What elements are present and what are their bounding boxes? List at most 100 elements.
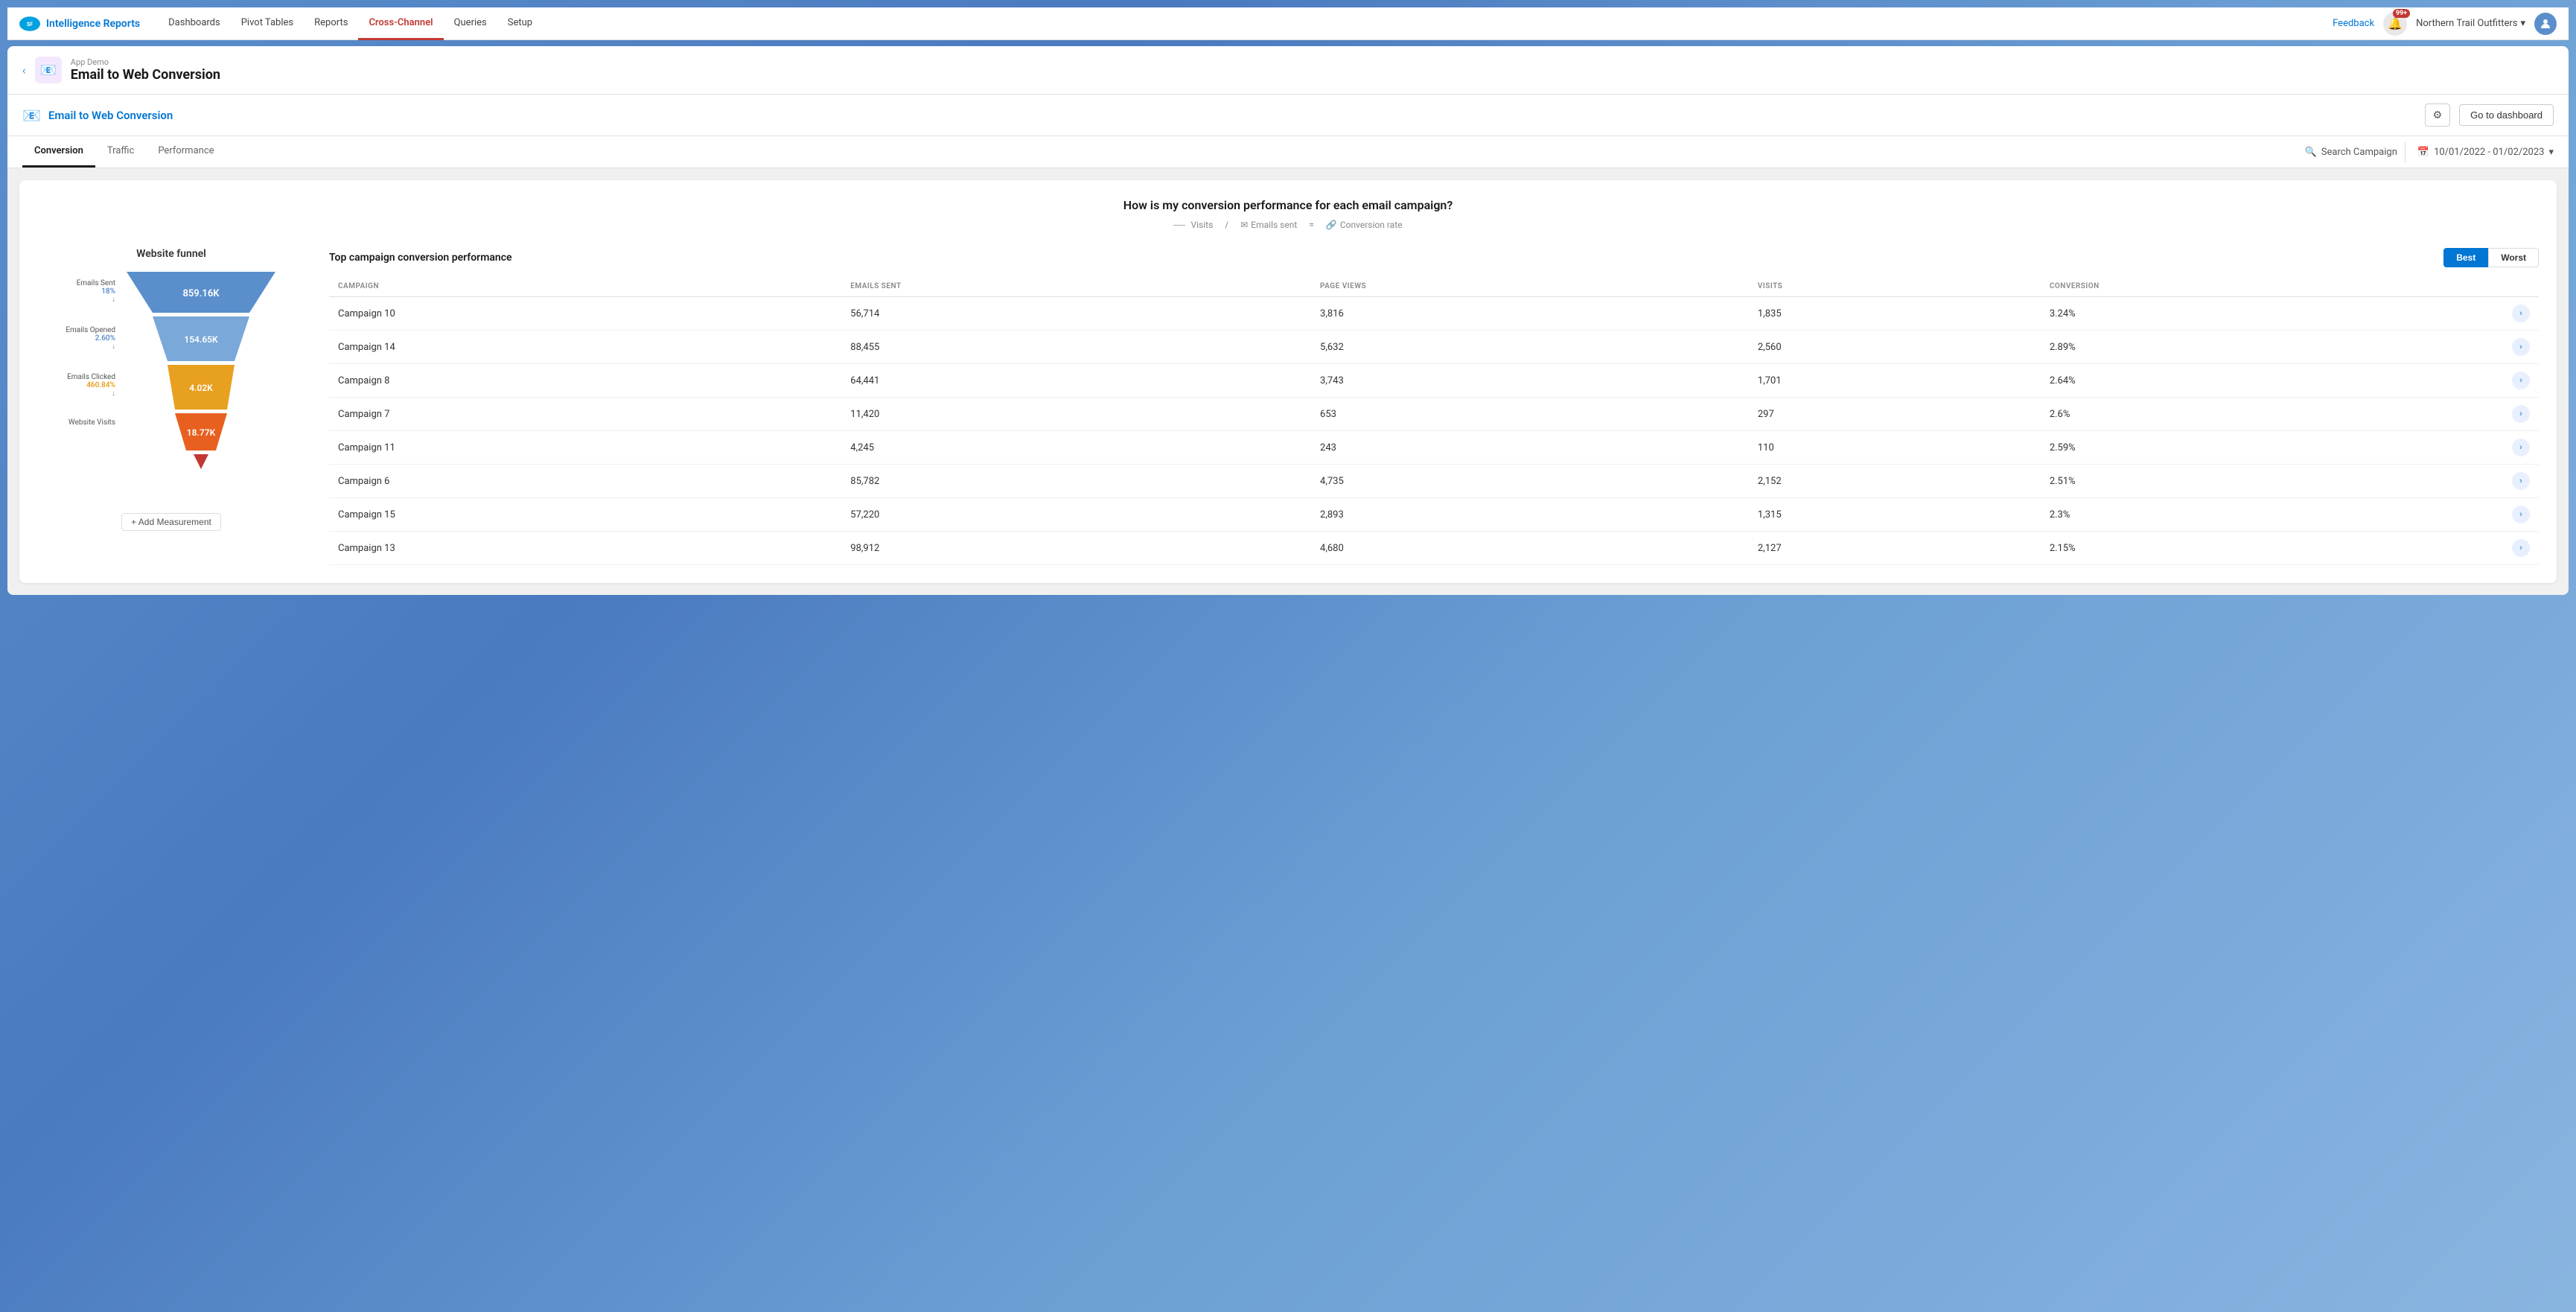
legend-visits: Visits xyxy=(1173,220,1213,230)
app-name: Intelligence Reports xyxy=(46,18,140,30)
gear-button[interactable]: ⚙ xyxy=(2425,104,2451,127)
cell-chevron-5: › xyxy=(2503,465,2539,498)
table-header-row: Top campaign conversion performance Best… xyxy=(329,248,2539,267)
search-icon: 🔍 xyxy=(2305,147,2317,158)
add-measurement-button[interactable]: + Add Measurement xyxy=(121,513,221,531)
worst-toggle-button[interactable]: Worst xyxy=(2488,248,2539,267)
cell-emails-sent-6: 57,220 xyxy=(841,498,1311,532)
envelope-icon: ✉ xyxy=(1240,220,1248,230)
cell-campaign-2: Campaign 8 xyxy=(329,364,841,398)
nav-dashboards[interactable]: Dashboards xyxy=(158,7,231,40)
feedback-link[interactable]: Feedback xyxy=(2333,18,2374,29)
legend-visits-label: Visits xyxy=(1190,220,1213,230)
tab-traffic[interactable]: Traffic xyxy=(95,136,146,168)
page-header: ‹ 📧 App Demo Email to Web Conversion xyxy=(7,46,2569,95)
org-selector[interactable]: Northern Trail Outfitters ▾ xyxy=(2416,18,2525,29)
cell-campaign-1: Campaign 14 xyxy=(329,331,841,364)
legend-emails-sent: ✉ Emails sent xyxy=(1240,220,1297,230)
cell-visits-4: 110 xyxy=(1749,431,2041,465)
tab-conversion[interactable]: Conversion xyxy=(22,136,95,168)
cell-visits-0: 1,835 xyxy=(1749,297,2041,331)
cell-campaign-3: Campaign 7 xyxy=(329,398,841,431)
date-range-picker[interactable]: 📅 10/01/2022 - 01/02/2023 ▾ xyxy=(2417,147,2554,158)
user-avatar[interactable] xyxy=(2534,13,2557,35)
cell-visits-7: 2,127 xyxy=(1749,532,2041,565)
search-campaign[interactable]: 🔍 Search Campaign xyxy=(2298,142,2406,162)
table-row: Campaign 8 64,441 3,743 1,701 2.64% › xyxy=(329,364,2539,398)
legend-separator2: = xyxy=(1309,220,1314,230)
cell-chevron-4: › xyxy=(2503,431,2539,465)
cell-chevron-6: › xyxy=(2503,498,2539,532)
col-action xyxy=(2503,276,2539,297)
svg-text:154.65K: 154.65K xyxy=(184,334,218,345)
cell-conversion-3: 2.6% xyxy=(2041,398,2503,431)
notification-badge[interactable]: 🔔 99+ xyxy=(2383,12,2407,36)
table-row: Campaign 14 88,455 5,632 2,560 2.89% › xyxy=(329,331,2539,364)
cell-emails-sent-0: 56,714 xyxy=(841,297,1311,331)
legend-conversion-rate: 🔗 Conversion rate xyxy=(1326,220,1403,230)
nav-setup[interactable]: Setup xyxy=(497,7,543,40)
tabs-bar: Conversion Traffic Performance 🔍 Search … xyxy=(7,136,2569,168)
go-to-dashboard-button[interactable]: Go to dashboard xyxy=(2459,104,2554,126)
funnel-column: Website funnel Emails Sent 18% ↓ Emails … xyxy=(37,248,305,565)
topbar: SF Intelligence Reports Dashboards Pivot… xyxy=(7,7,2569,40)
best-toggle-button[interactable]: Best xyxy=(2443,248,2488,267)
tab-performance[interactable]: Performance xyxy=(146,136,226,168)
table-row: Campaign 13 98,912 4,680 2,127 2.15% › xyxy=(329,532,2539,565)
svg-text:SF: SF xyxy=(27,21,33,27)
main-nav: Dashboards Pivot Tables Reports Cross-Ch… xyxy=(158,7,2333,40)
chart-question: How is my conversion performance for eac… xyxy=(37,198,2539,212)
cell-campaign-6: Campaign 15 xyxy=(329,498,841,532)
table-row: Campaign 6 85,782 4,735 2,152 2.51% › xyxy=(329,465,2539,498)
link-icon: 🔗 xyxy=(1326,220,1337,230)
cell-visits-6: 1,315 xyxy=(1749,498,2041,532)
nav-queries[interactable]: Queries xyxy=(444,7,497,40)
badge-count: 99+ xyxy=(2393,9,2410,18)
col-campaign: Campaign xyxy=(329,276,841,297)
row-detail-button-6[interactable]: › xyxy=(2512,506,2530,523)
app-demo-label: App Demo xyxy=(71,57,220,67)
cell-page-views-4: 243 xyxy=(1311,431,1749,465)
row-detail-button-0[interactable]: › xyxy=(2512,305,2530,322)
row-detail-button-2[interactable]: › xyxy=(2512,372,2530,389)
cell-chevron-0: › xyxy=(2503,297,2539,331)
report-title: Email to Web Conversion xyxy=(48,109,173,122)
best-worst-toggle: Best Worst xyxy=(2443,248,2539,267)
add-measurement-container: + Add Measurement xyxy=(52,513,290,531)
row-detail-button-7[interactable]: › xyxy=(2512,539,2530,557)
svg-text:4.02K: 4.02K xyxy=(189,383,213,393)
nav-cross-channel[interactable]: Cross-Channel xyxy=(358,7,443,40)
cell-page-views-7: 4,680 xyxy=(1311,532,1749,565)
col-visits: Visits xyxy=(1749,276,2041,297)
nav-pivot-tables[interactable]: Pivot Tables xyxy=(231,7,304,40)
cell-chevron-1: › xyxy=(2503,331,2539,364)
row-detail-button-1[interactable]: › xyxy=(2512,338,2530,356)
cell-conversion-7: 2.15% xyxy=(2041,532,2503,565)
row-detail-button-4[interactable]: › xyxy=(2512,439,2530,456)
legend-conversion-label: Conversion rate xyxy=(1340,220,1403,230)
cell-visits-1: 2,560 xyxy=(1749,331,2041,364)
svg-text:18.77K: 18.77K xyxy=(187,427,216,438)
row-detail-button-5[interactable]: › xyxy=(2512,472,2530,490)
cell-conversion-4: 2.59% xyxy=(2041,431,2503,465)
cell-visits-3: 297 xyxy=(1749,398,2041,431)
page-title: Email to Web Conversion xyxy=(71,67,220,83)
salesforce-logo-icon: SF xyxy=(19,13,40,34)
visits-dash xyxy=(1173,225,1185,226)
app-logo: SF Intelligence Reports xyxy=(19,13,140,34)
table-column: Top campaign conversion performance Best… xyxy=(329,248,2539,565)
funnel-svg: 859.16K 154.65K 4.02K 18.77K xyxy=(119,272,283,510)
cell-conversion-0: 3.24% xyxy=(2041,297,2503,331)
svg-text:859.16K: 859.16K xyxy=(182,288,220,299)
cell-page-views-1: 5,632 xyxy=(1311,331,1749,364)
report-header: 📧 Email to Web Conversion ⚙ Go to dashbo… xyxy=(7,95,2569,136)
tab-right-controls: 🔍 Search Campaign 📅 10/01/2022 - 01/02/2… xyxy=(2298,142,2554,162)
cell-conversion-1: 2.89% xyxy=(2041,331,2503,364)
back-button[interactable]: ‹ xyxy=(22,63,26,77)
cell-visits-5: 2,152 xyxy=(1749,465,2041,498)
nav-reports[interactable]: Reports xyxy=(304,7,358,40)
table-head: Campaign Emails Sent Page Views Visits C… xyxy=(329,276,2539,297)
row-detail-button-3[interactable]: › xyxy=(2512,405,2530,423)
cell-emails-sent-4: 4,245 xyxy=(841,431,1311,465)
topbar-right: Feedback 🔔 99+ Northern Trail Outfitters… xyxy=(2333,12,2557,36)
